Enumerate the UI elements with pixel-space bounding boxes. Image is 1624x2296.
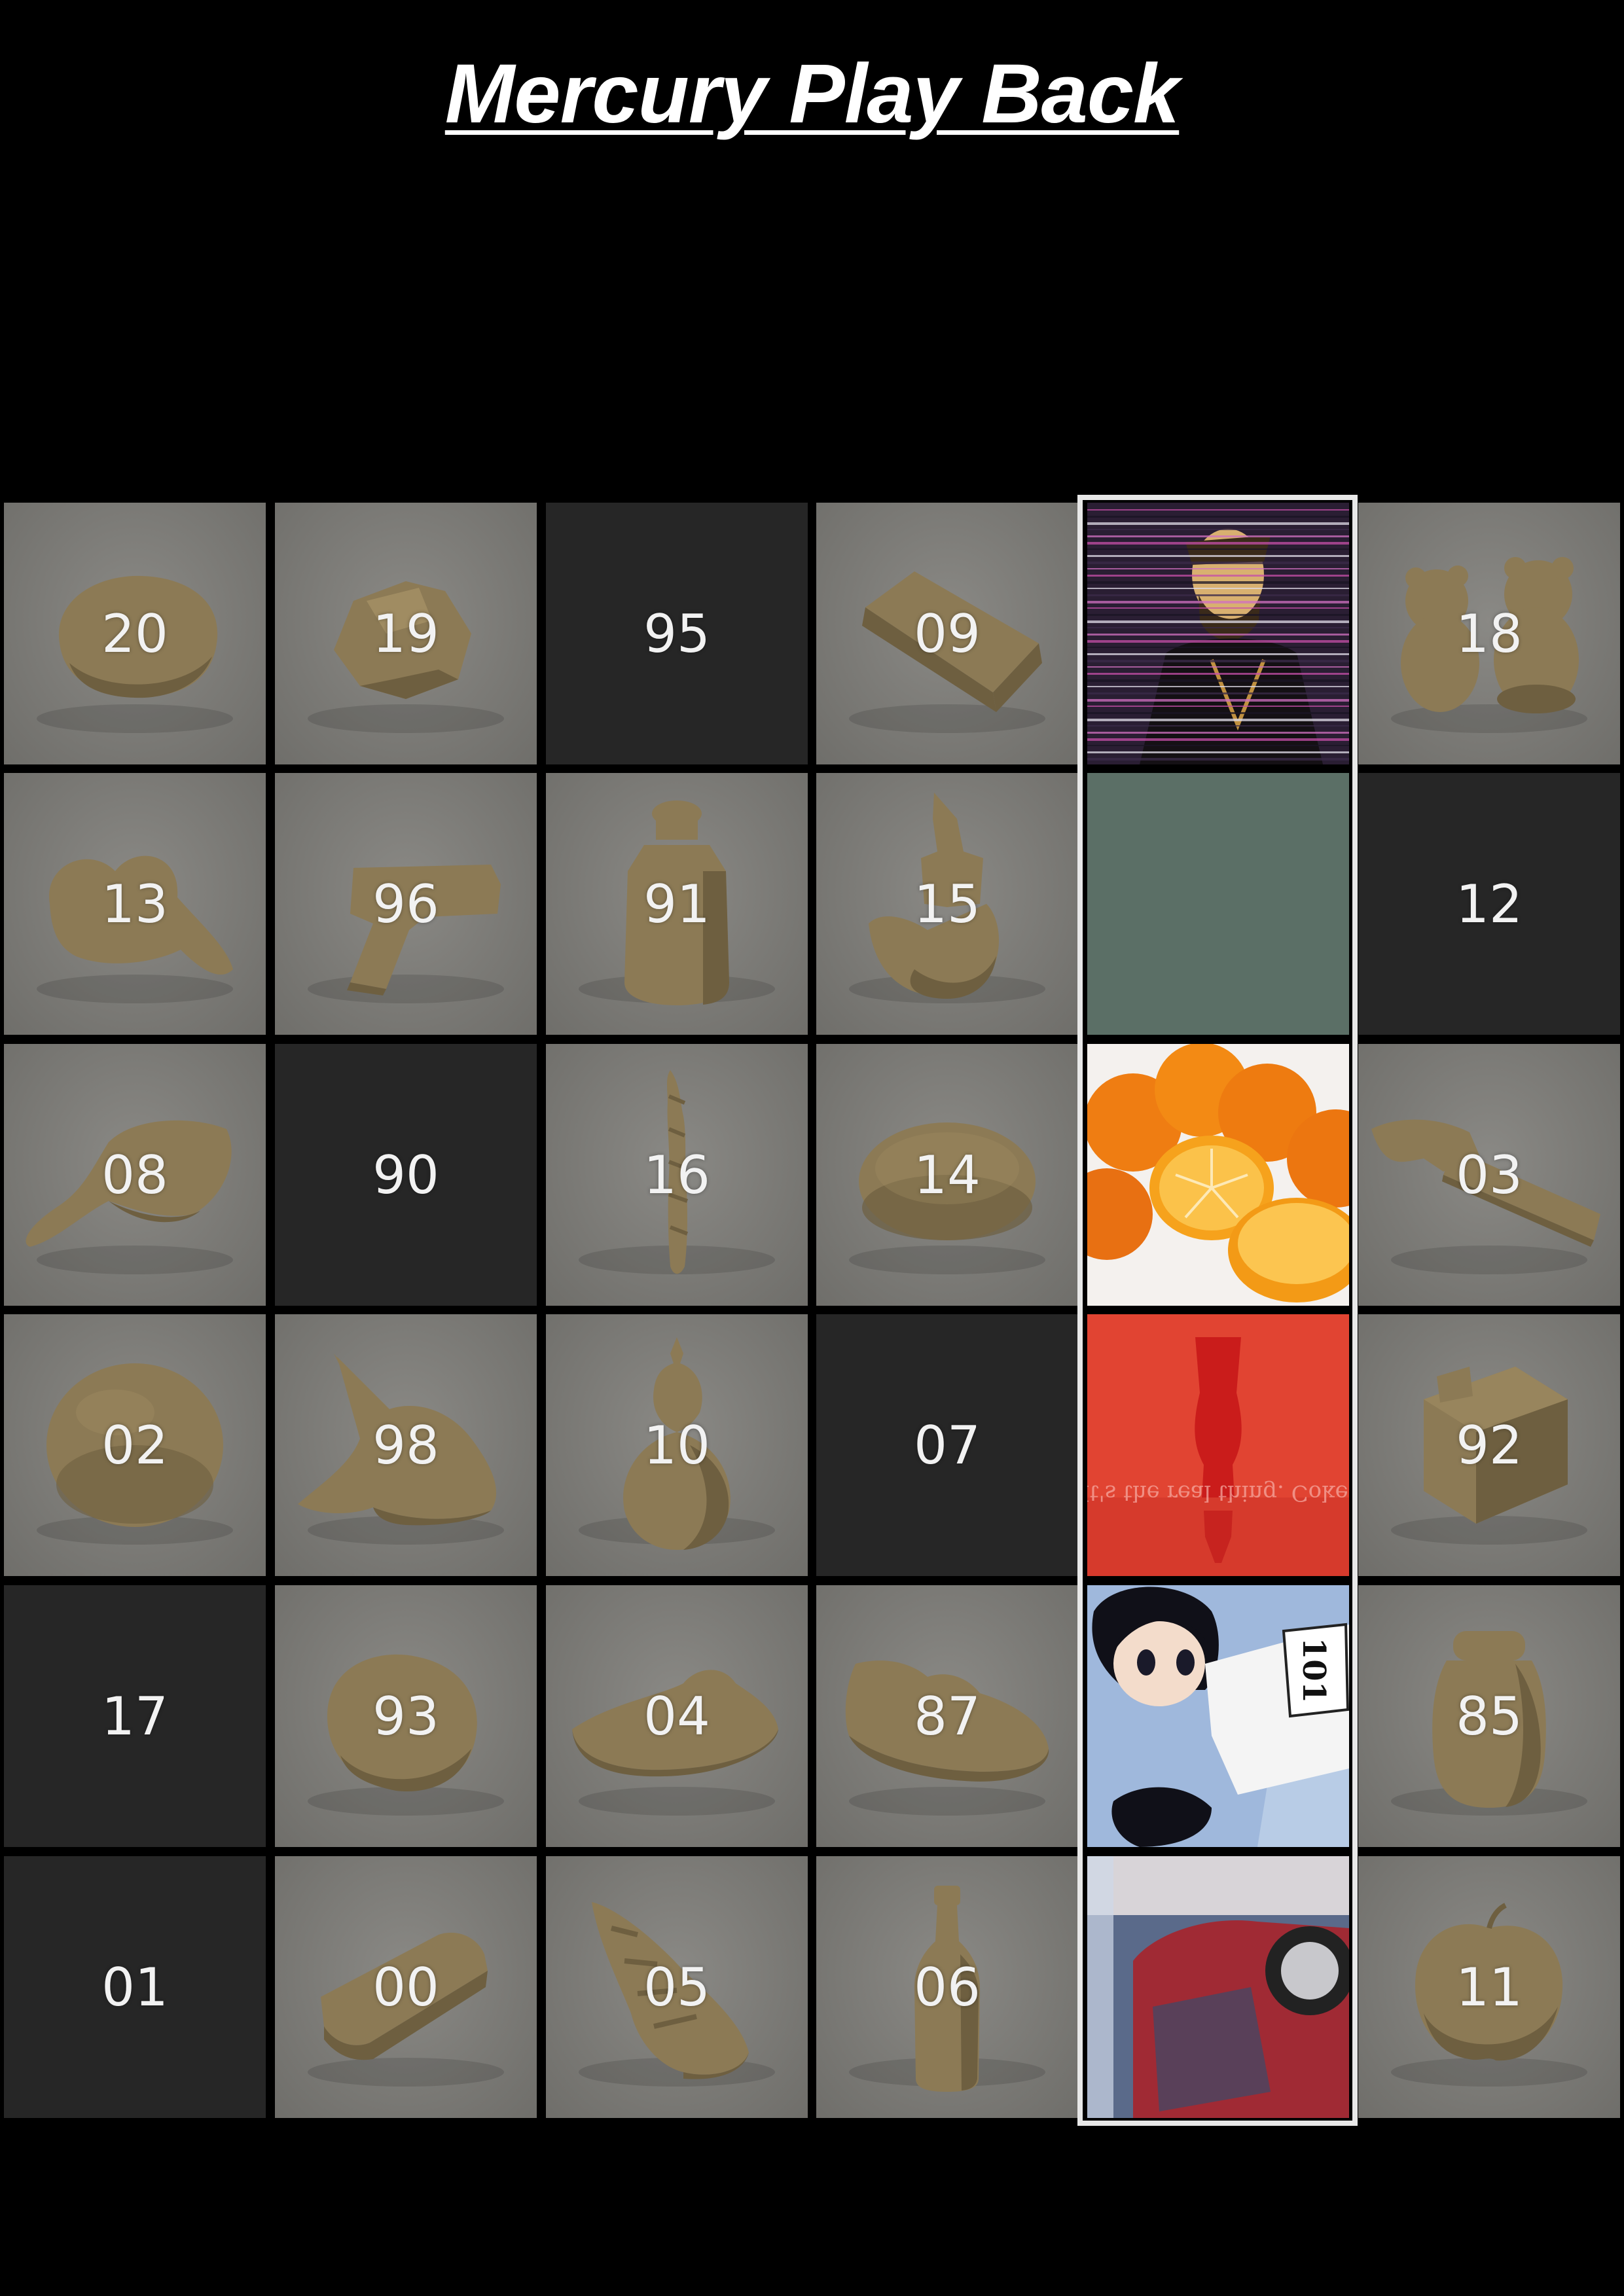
empty-number-tile[interactable]: 17 xyxy=(4,1585,266,1847)
image-caption-text: 101 xyxy=(1295,1638,1332,1703)
tile-number: 85 xyxy=(1456,1685,1523,1747)
image-tile[interactable] xyxy=(1087,773,1349,1035)
tile-number: 09 xyxy=(914,603,981,664)
image-tile[interactable] xyxy=(1087,1856,1349,2118)
clay-object-tile[interactable]: 13 xyxy=(4,773,266,1035)
clay-object-tile[interactable]: 18 xyxy=(1358,503,1620,764)
empty-number-tile[interactable]: 90 xyxy=(275,1044,537,1306)
anime-runner-image: 101 xyxy=(1087,1585,1349,1847)
tile-number: 91 xyxy=(643,873,710,935)
clay-object-tile[interactable]: 09 xyxy=(816,503,1078,764)
clay-object-tile[interactable]: 20 xyxy=(4,503,266,764)
tile-number: 96 xyxy=(372,873,439,935)
clay-object-tile[interactable]: 19 xyxy=(275,503,537,764)
tile-number: 06 xyxy=(914,1956,981,2018)
clay-object-tile[interactable]: 93 xyxy=(275,1585,537,1847)
image-tile[interactable]: It's the real thing. Coke. xyxy=(1087,1314,1349,1576)
clay-object-tile[interactable]: 00 xyxy=(275,1856,537,2118)
tile-number: 87 xyxy=(914,1685,981,1747)
clay-object-tile[interactable]: 85 xyxy=(1358,1585,1620,1847)
clay-object-tile[interactable]: 87 xyxy=(816,1585,1078,1847)
empty-number-tile[interactable]: 07 xyxy=(816,1314,1078,1576)
tile-number: 17 xyxy=(101,1685,168,1747)
clay-object-tile[interactable]: 92 xyxy=(1358,1314,1620,1576)
tile-number: 04 xyxy=(643,1685,710,1747)
tile-number: 08 xyxy=(101,1144,168,1206)
tile-number: 18 xyxy=(1456,603,1523,664)
tile-number: 95 xyxy=(643,603,710,664)
clay-object-tile[interactable]: 04 xyxy=(546,1585,808,1847)
empty-number-tile[interactable]: 12 xyxy=(1358,773,1620,1035)
page-title: Mercury Play Back xyxy=(444,47,1180,141)
coke-bottle-ad-image: It's the real thing. Coke. xyxy=(1087,1314,1349,1576)
tile-number: 01 xyxy=(101,1956,168,2018)
tile-number: 20 xyxy=(101,603,168,664)
clay-object-tile[interactable]: 11 xyxy=(1358,1856,1620,2118)
solid-green-image xyxy=(1087,773,1349,1035)
image-caption-text: It's the real thing. Coke. xyxy=(1087,1480,1349,1506)
image-tile[interactable]: 101 xyxy=(1087,1585,1349,1847)
anime-glitch-image xyxy=(1087,503,1349,764)
tile-number: 15 xyxy=(914,873,981,935)
clay-object-tile[interactable]: 08 xyxy=(4,1044,266,1306)
tile-number: 12 xyxy=(1456,873,1523,935)
image-tile[interactable] xyxy=(1087,503,1349,764)
clay-object-tile[interactable]: 16 xyxy=(546,1044,808,1306)
clay-object-tile[interactable]: 10 xyxy=(546,1314,808,1576)
empty-number-tile[interactable]: 95 xyxy=(546,503,808,764)
tile-number: 93 xyxy=(372,1685,439,1747)
clay-object-tile[interactable]: 03 xyxy=(1358,1044,1620,1306)
tile-number: 02 xyxy=(101,1414,168,1476)
clay-object-tile[interactable]: 15 xyxy=(816,773,1078,1035)
clay-object-tile[interactable]: 91 xyxy=(546,773,808,1035)
tile-number: 13 xyxy=(101,873,168,935)
tile-number: 16 xyxy=(643,1144,710,1206)
tile-number: 11 xyxy=(1456,1956,1523,2018)
tile-number: 07 xyxy=(914,1414,981,1476)
clay-object-tile[interactable]: 06 xyxy=(816,1856,1078,2118)
tile-grid: 20 19 95 09 18 13 96 91 15 12 08 90 16 14 03 02 98 10 07… xyxy=(4,503,1620,2118)
empty-number-tile[interactable]: 01 xyxy=(4,1856,266,2118)
tile-number: 92 xyxy=(1456,1414,1523,1476)
tile-number: 14 xyxy=(914,1144,981,1206)
tile-number: 98 xyxy=(372,1414,439,1476)
tile-number: 05 xyxy=(643,1956,710,2018)
clay-object-tile[interactable]: 96 xyxy=(275,773,537,1035)
clay-object-tile[interactable]: 14 xyxy=(816,1044,1078,1306)
image-tile[interactable] xyxy=(1087,1044,1349,1306)
clay-object-tile[interactable]: 05 xyxy=(546,1856,808,2118)
oranges-photo-image xyxy=(1087,1044,1349,1306)
clay-object-tile[interactable]: 98 xyxy=(275,1314,537,1576)
tile-number: 90 xyxy=(372,1144,439,1206)
tile-number: 19 xyxy=(372,603,439,664)
tile-number: 00 xyxy=(372,1956,439,2018)
clay-object-tile[interactable]: 02 xyxy=(4,1314,266,1576)
tile-number: 10 xyxy=(643,1414,710,1476)
car-advert-image xyxy=(1087,1856,1349,2118)
tile-number: 03 xyxy=(1456,1144,1523,1206)
